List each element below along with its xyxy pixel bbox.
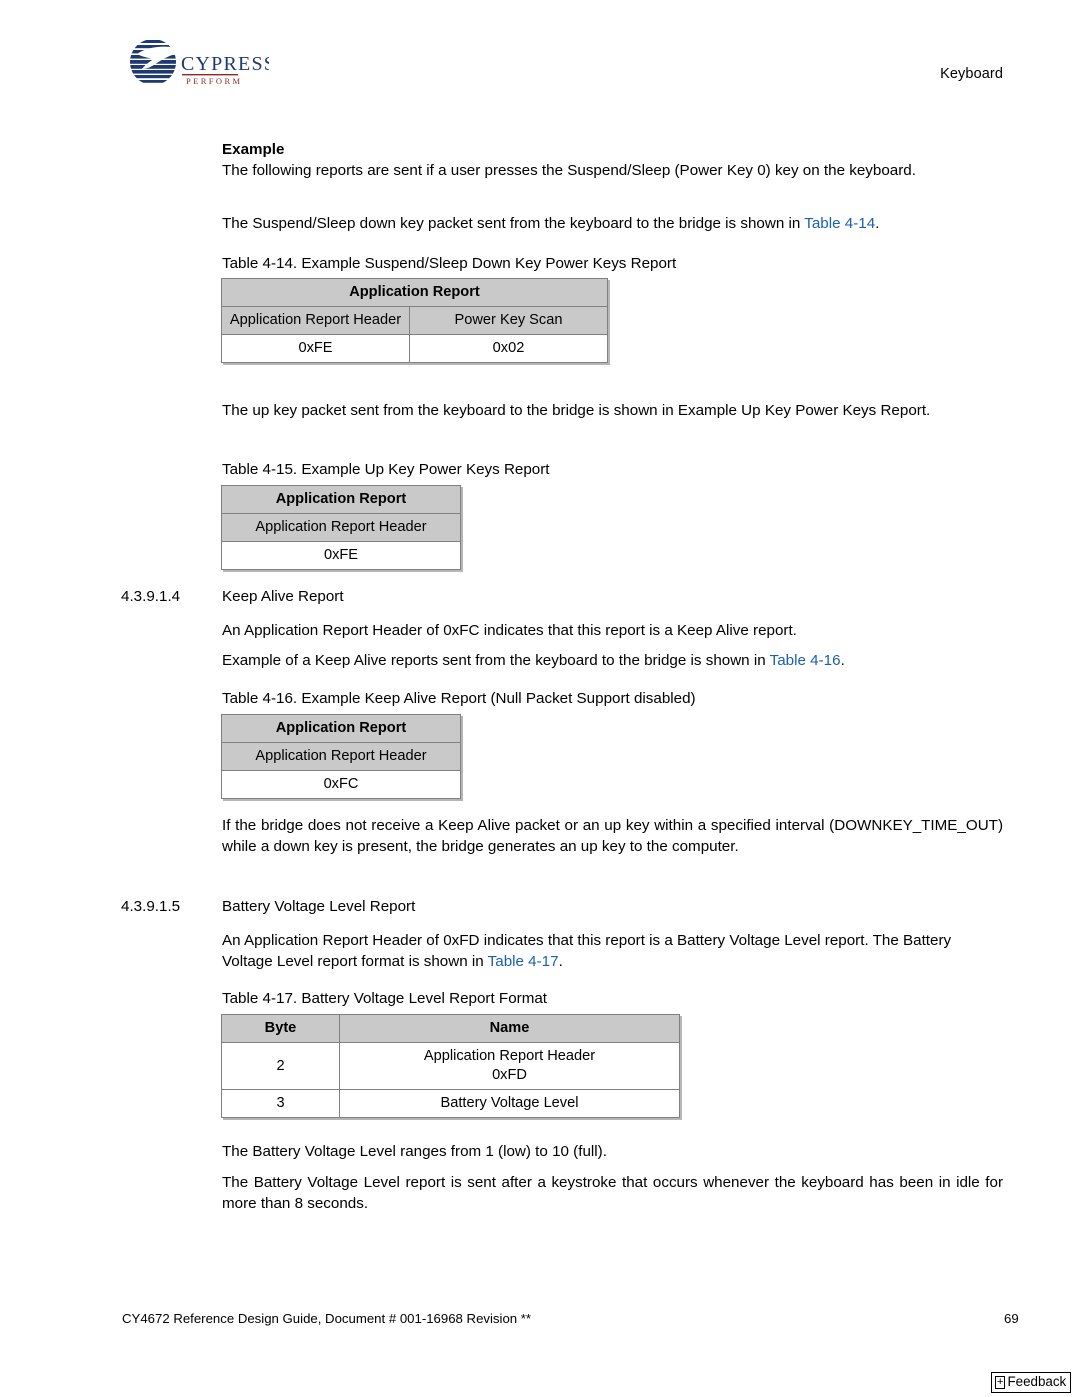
paragraph-battery-sent: The Battery Voltage Level report is sent… bbox=[222, 1174, 1003, 1212]
table-caption-4-15: Table 4-15. Example Up Key Power Keys Re… bbox=[222, 461, 550, 478]
table-4-14-col-header-1: Application Report Header bbox=[221, 306, 410, 335]
plus-icon: + bbox=[995, 1376, 1006, 1389]
paragraph-example-intro: The following reports are sent if a user… bbox=[222, 162, 916, 179]
table-4-17-row1-byte: 2 bbox=[221, 1042, 340, 1090]
table-4-15-value-1: 0xFE bbox=[221, 541, 461, 570]
table-caption-4-16: Table 4-16. Example Keep Alive Report (N… bbox=[222, 690, 696, 707]
table-caption-4-14: Table 4-14. Example Suspend/Sleep Down K… bbox=[222, 255, 677, 272]
table-4-14: Application Report Application Report He… bbox=[221, 278, 608, 363]
paragraph-battery-header-period: . bbox=[558, 953, 563, 970]
table-4-17-row1-name: Application Report Header 0xFD bbox=[339, 1042, 680, 1090]
table-4-17: Byte Name 2 Application Report Header 0x… bbox=[221, 1014, 680, 1118]
paragraph-down-key-period: . bbox=[875, 215, 880, 232]
section-title-keep-alive-report: Keep Alive Report bbox=[222, 588, 344, 605]
table-4-17-row2-byte: 3 bbox=[221, 1089, 340, 1118]
table-4-17-row1-name-line1: Application Report Header bbox=[423, 1048, 596, 1064]
table-4-16-value-1: 0xFC bbox=[221, 770, 461, 799]
table-4-14-grid: Application Report Application Report He… bbox=[221, 278, 608, 363]
table-4-16: Application Report Application Report He… bbox=[221, 714, 461, 799]
table-4-17-col-header-name: Name bbox=[339, 1014, 680, 1043]
table-row: Application Report bbox=[221, 485, 461, 514]
table-4-15-group-header: Application Report bbox=[221, 485, 461, 514]
table-4-14-group-header: Application Report bbox=[221, 278, 608, 307]
table-row: Application Report bbox=[221, 714, 461, 743]
cypress-logo-icon: CYPRESS PERFORM bbox=[130, 39, 269, 86]
table-row: 0xFE 0x02 bbox=[221, 334, 608, 363]
paragraph-downkey-timeout: If the bridge does not receive a Keep Al… bbox=[222, 817, 1003, 855]
link-table-4-17[interactable]: Table 4-17 bbox=[488, 953, 559, 970]
section-number-4-3-9-1-4: 4.3.9.1.4 bbox=[121, 588, 181, 605]
paragraph-battery-header-text: An Application Report Header of 0xFD ind… bbox=[222, 932, 952, 970]
footer-page-number: 69 bbox=[1004, 1311, 1019, 1326]
paragraph-keep-alive-example-text: Example of a Keep Alive reports sent fro… bbox=[222, 652, 770, 669]
link-table-4-14[interactable]: Table 4-14 bbox=[804, 215, 875, 232]
table-4-16-group-header: Application Report bbox=[221, 714, 461, 743]
page-header: CYPRESS PERFORM Keyboard bbox=[0, 0, 1080, 110]
table-4-16-col-header-1: Application Report Header bbox=[221, 742, 461, 771]
table-4-15-grid: Application Report Application Report He… bbox=[221, 485, 461, 570]
table-4-17-grid: Byte Name 2 Application Report Header 0x… bbox=[221, 1014, 680, 1118]
svg-text:PERFORM: PERFORM bbox=[186, 76, 242, 86]
table-4-17-row1-name-line2: 0xFD bbox=[492, 1067, 527, 1083]
table-row: Application Report Header Power Key Scan bbox=[221, 306, 608, 335]
feedback-label: Feedback bbox=[1007, 1374, 1067, 1389]
table-row: Application Report Header bbox=[221, 513, 461, 542]
table-4-14-value-1: 0xFE bbox=[221, 334, 410, 363]
section-title-battery-voltage-level-report: Battery Voltage Level Report bbox=[222, 898, 416, 915]
footer-document-info: CY4672 Reference Design Guide, Document … bbox=[122, 1311, 532, 1326]
example-heading: Example bbox=[222, 141, 285, 158]
table-row: 2 Application Report Header 0xFD bbox=[221, 1042, 680, 1090]
paragraph-keep-alive-example: Example of a Keep Alive reports sent fro… bbox=[222, 650, 1003, 671]
table-4-14-col-header-2: Power Key Scan bbox=[409, 306, 608, 335]
table-row: Application Report bbox=[221, 278, 608, 307]
svg-text:CYPRESS: CYPRESS bbox=[181, 53, 269, 75]
feedback-button[interactable]: + Feedback bbox=[991, 1372, 1072, 1393]
table-caption-4-17: Table 4-17. Battery Voltage Level Report… bbox=[222, 990, 548, 1007]
table-4-14-value-2: 0x02 bbox=[409, 334, 608, 363]
paragraph-down-key-text: The Suspend/Sleep down key packet sent f… bbox=[222, 215, 805, 232]
table-row: Application Report Header bbox=[221, 742, 461, 771]
paragraph-down-key: The Suspend/Sleep down key packet sent f… bbox=[222, 213, 1003, 234]
paragraph-keep-alive-example-period: . bbox=[840, 652, 845, 669]
table-4-15: Application Report Application Report He… bbox=[221, 485, 461, 570]
paragraph-up-key: The up key packet sent from the keyboard… bbox=[222, 402, 931, 419]
table-row: 3 Battery Voltage Level bbox=[221, 1089, 680, 1118]
header-title: Keyboard bbox=[940, 66, 1003, 82]
paragraph-battery-header: An Application Report Header of 0xFD ind… bbox=[222, 930, 1003, 972]
paragraph-battery-range: The Battery Voltage Level ranges from 1 … bbox=[222, 1143, 607, 1160]
table-row: Byte Name bbox=[221, 1014, 680, 1043]
table-4-16-grid: Application Report Application Report He… bbox=[221, 714, 461, 799]
table-4-17-row2-name: Battery Voltage Level bbox=[339, 1089, 680, 1118]
link-table-4-16[interactable]: Table 4-16 bbox=[770, 652, 841, 669]
paragraph-keep-alive-header: An Application Report Header of 0xFC ind… bbox=[222, 622, 797, 639]
table-row: 0xFE bbox=[221, 541, 461, 570]
table-row: 0xFC bbox=[221, 770, 461, 799]
section-number-4-3-9-1-5: 4.3.9.1.5 bbox=[121, 898, 181, 915]
table-4-15-col-header-1: Application Report Header bbox=[221, 513, 461, 542]
cypress-logo: CYPRESS PERFORM bbox=[121, 38, 269, 90]
table-4-17-col-header-byte: Byte bbox=[221, 1014, 340, 1043]
